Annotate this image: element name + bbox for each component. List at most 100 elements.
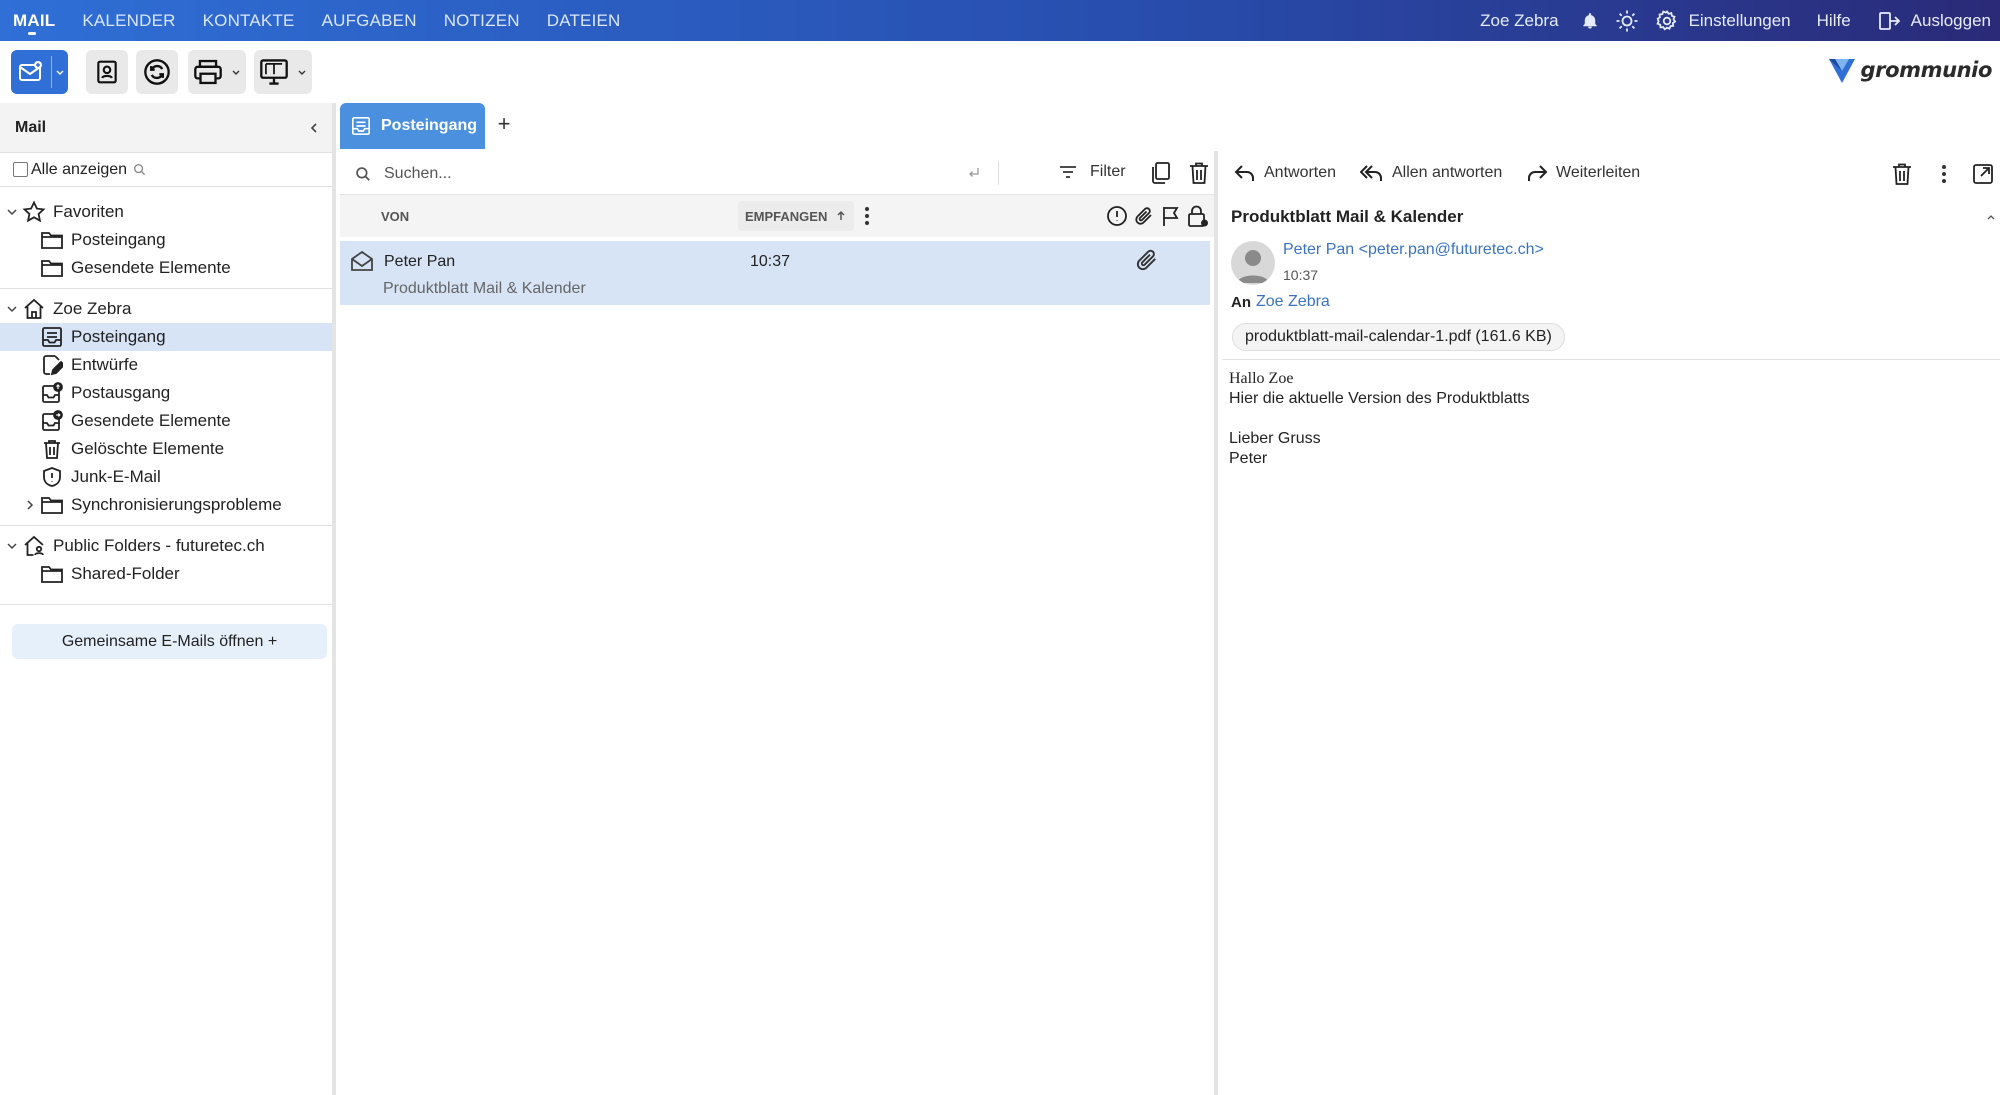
sidebar-item-shared-folder[interactable]: Shared-Folder — [0, 560, 332, 588]
search-input[interactable] — [384, 162, 924, 186]
sidebar-item-posteingang[interactable]: Posteingang — [0, 323, 332, 351]
refresh-button[interactable] — [136, 50, 178, 94]
sidebar-item-postausgang[interactable]: Postausgang — [0, 379, 332, 407]
show-all-checkbox[interactable] — [13, 162, 28, 177]
message-subject: Produktblatt Mail & Kalender — [383, 280, 586, 297]
tab-posteingang[interactable]: Posteingang — [340, 103, 485, 149]
nav-kontakte[interactable]: KONTAKTE — [203, 0, 295, 41]
chevron-down-icon[interactable] — [3, 540, 21, 552]
nav-dateien[interactable]: DATEIEN — [547, 0, 621, 41]
body-line: Lieber Gruss — [1229, 430, 1321, 447]
sidebar-item-gesendete[interactable]: Gesendete Elemente — [0, 407, 332, 435]
sent-time: 10:37 — [1283, 267, 1319, 283]
address-book-button[interactable] — [86, 50, 128, 94]
sidebar-item-junk[interactable]: Junk-E-Mail — [0, 463, 332, 491]
filter-button[interactable]: Filter — [1058, 162, 1126, 182]
open-shared-mails-button[interactable]: Gemeinsame E-Mails öffnen + — [12, 624, 327, 659]
chevron-right-icon[interactable] — [21, 499, 39, 511]
column-received[interactable]: EMPFANGEN — [738, 201, 855, 231]
chevron-down-icon[interactable] — [52, 67, 68, 77]
reply-all-icon — [1360, 165, 1382, 181]
trash-icon[interactable] — [1891, 162, 1913, 186]
search-icon[interactable] — [133, 163, 146, 176]
filter-icon — [1060, 166, 1076, 178]
column-menu-icon[interactable] — [864, 206, 870, 226]
tree-mailbox-root[interactable]: Zoe Zebra — [0, 295, 332, 323]
column-received-label: EMPFANGEN — [745, 208, 828, 224]
address-book-icon — [97, 60, 117, 84]
logout-link[interactable]: Ausloggen — [1911, 11, 1991, 31]
enter-key-icon[interactable] — [967, 166, 981, 180]
paperclip-icon — [1134, 247, 1160, 273]
chevron-down-icon[interactable] — [3, 303, 21, 315]
attachment-chip[interactable]: produktblatt-mail-calendar-1.pdf (161.6 … — [1232, 323, 1565, 351]
inbox-icon — [351, 116, 371, 136]
sidebar-item-sync-problems[interactable]: Synchronisierungsprobleme — [0, 491, 332, 519]
show-all-label[interactable]: Alle anzeigen — [31, 161, 127, 179]
logout-icon[interactable] — [1877, 9, 1901, 33]
sidebar-item-geloeschte[interactable]: Gelöschte Elemente — [0, 435, 332, 463]
help-link[interactable]: Hilfe — [1817, 11, 1851, 31]
forward-icon — [1528, 165, 1548, 181]
more-options-icon[interactable] — [1941, 164, 1947, 184]
message-list-pane: Filter VON EMPFANGEN — [340, 151, 1218, 1095]
nav-kalender[interactable]: KALENDER — [82, 0, 175, 41]
message-subject-heading: Produktblatt Mail & Kalender — [1231, 207, 1464, 226]
outbox-icon — [39, 382, 65, 404]
tree-favorites[interactable]: Favoriten — [0, 198, 332, 226]
recipient-name[interactable]: Zoe Zebra — [1256, 293, 1330, 311]
body-line: Hier die aktuelle Version des Produktbla… — [1229, 390, 1530, 407]
show-all-row: Alle anzeigen — [0, 153, 332, 187]
body-line: Hallo Zoe — [1229, 370, 1294, 387]
print-button[interactable] — [188, 50, 246, 94]
nav-aufgaben[interactable]: AUFGABEN — [322, 0, 417, 41]
flag-column-icon[interactable] — [1160, 205, 1182, 227]
sender-address[interactable]: Peter Pan <peter.pan@futuretec.ch> — [1283, 241, 1544, 259]
column-from[interactable]: VON — [381, 209, 409, 224]
nav-notizen[interactable]: NOTIZEN — [444, 0, 520, 41]
table-row[interactable]: Peter Pan Produktblatt Mail & Kalender 1… — [340, 241, 1210, 305]
settings-link[interactable]: Einstellungen — [1689, 11, 1791, 31]
reply-button[interactable]: Antworten — [1234, 163, 1336, 183]
chevron-down-icon[interactable] — [228, 67, 244, 77]
nav-mail[interactable]: MAIL — [13, 0, 55, 41]
gear-icon[interactable] — [1655, 9, 1679, 33]
filter-label: Filter — [1090, 163, 1126, 180]
sidebar-item-fav-posteingang[interactable]: Posteingang — [0, 226, 332, 254]
tree-label: Zoe Zebra — [53, 299, 132, 318]
popout-icon[interactable] — [1972, 163, 1994, 185]
avatar — [1231, 241, 1275, 285]
forward-button[interactable]: Weiterleiten — [1526, 163, 1640, 183]
chevron-down-icon[interactable] — [294, 67, 310, 77]
user-name[interactable]: Zoe Zebra — [1480, 11, 1558, 31]
reply-all-button[interactable]: Allen antworten — [1360, 163, 1502, 183]
divider — [0, 604, 332, 605]
sidebar-item-entwuerfe[interactable]: Entwürfe — [0, 351, 332, 379]
reading-toolbar: Antworten Allen antworten Weiterleiten — [1222, 151, 2000, 197]
attachment-column-icon[interactable] — [1133, 205, 1155, 227]
message-body: Hallo Zoe Hier die aktuelle Version des … — [1229, 369, 1530, 469]
bell-icon[interactable] — [1581, 12, 1599, 30]
importance-column-icon[interactable] — [1106, 205, 1128, 227]
sidebar-item-fav-gesendete[interactable]: Gesendete Elemente — [0, 254, 332, 282]
recipient-label: An — [1231, 294, 1251, 311]
top-navigation: MAIL KALENDER KONTAKTE AUFGABEN NOTIZEN … — [0, 0, 2000, 41]
theme-sun-icon[interactable] — [1615, 9, 1639, 33]
chevron-down-icon[interactable] — [3, 206, 21, 218]
tree-label: Posteingang — [71, 230, 166, 249]
new-mail-button[interactable] — [11, 50, 68, 94]
collapse-sidebar-icon[interactable] — [308, 122, 320, 134]
sort-ascending-icon — [837, 210, 845, 220]
tree-public-folders[interactable]: Public Folders - futuretec.ch — [0, 532, 332, 560]
collapse-header-icon[interactable] — [1986, 212, 1996, 222]
inbox-icon — [39, 326, 65, 348]
trash-icon[interactable] — [1188, 161, 1210, 185]
add-tab-button[interactable]: + — [492, 113, 516, 137]
printer-icon — [188, 59, 228, 85]
folder-icon — [39, 229, 65, 251]
column-header-row: VON EMPFANGEN — [340, 195, 1214, 237]
lock-column-icon[interactable] — [1186, 204, 1210, 228]
tree-label: Gelöschte Elemente — [71, 439, 225, 458]
copy-icon[interactable] — [1150, 161, 1172, 185]
view-mode-button[interactable] — [254, 50, 312, 94]
